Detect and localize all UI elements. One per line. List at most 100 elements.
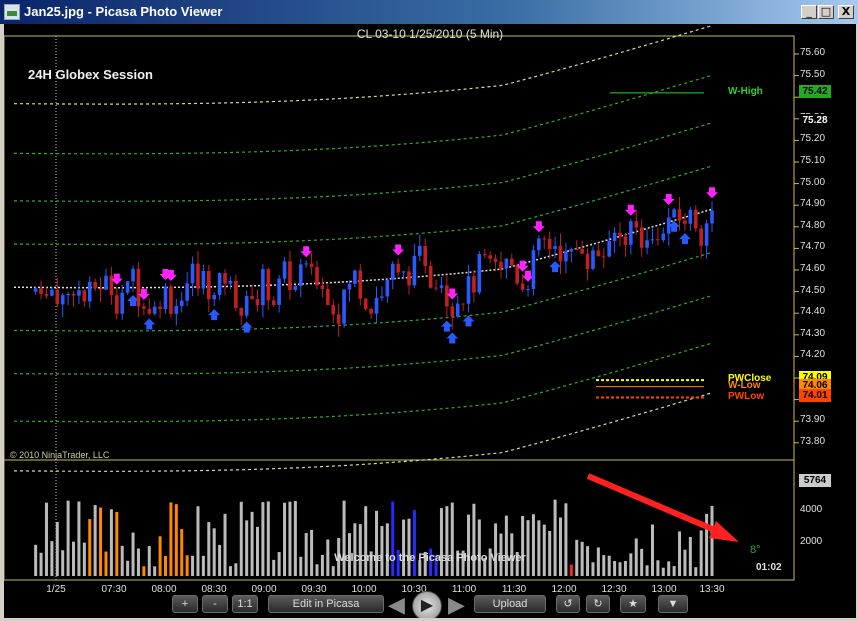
signal-arrow-up bbox=[678, 233, 691, 245]
y-tick-label: 74.60 bbox=[800, 263, 826, 274]
more-options-icon[interactable]: ▼ bbox=[658, 595, 688, 613]
rotate-left-icon[interactable]: ↺ bbox=[556, 595, 580, 613]
volume-bar bbox=[591, 562, 595, 576]
volume-bar bbox=[494, 523, 498, 576]
candle-body bbox=[369, 308, 373, 314]
candle-body bbox=[217, 273, 222, 295]
candle-body bbox=[585, 253, 590, 269]
volume-bar bbox=[521, 515, 525, 576]
candle-body bbox=[147, 308, 152, 314]
volume-bar bbox=[315, 564, 319, 576]
zoom-out-button[interactable]: - bbox=[202, 595, 228, 613]
candle-body bbox=[569, 248, 574, 252]
rotate-right-icon[interactable]: ↻ bbox=[586, 595, 610, 613]
candle-body bbox=[390, 263, 395, 280]
candle-body bbox=[693, 209, 698, 229]
volume-bar bbox=[445, 506, 449, 576]
candle-body bbox=[607, 240, 611, 257]
candle-body bbox=[55, 289, 60, 305]
volume-bar bbox=[618, 562, 622, 576]
actual-size-button[interactable]: 1:1 bbox=[232, 595, 258, 613]
volume-bar bbox=[558, 517, 562, 576]
volume-bar bbox=[542, 524, 546, 576]
candle-body bbox=[277, 278, 281, 306]
volume-bar bbox=[694, 567, 698, 576]
volume-bar bbox=[553, 499, 557, 576]
volume-bar bbox=[391, 501, 395, 576]
candle-body bbox=[461, 303, 465, 305]
volume-bar bbox=[650, 524, 654, 576]
volume-bar bbox=[385, 523, 389, 576]
candle-body bbox=[477, 254, 482, 293]
candle-body bbox=[174, 306, 179, 314]
y-tick-label: 73.80 bbox=[800, 435, 826, 447]
candle-body bbox=[553, 246, 557, 249]
volume-bar bbox=[331, 566, 335, 576]
candle-body bbox=[50, 289, 54, 296]
volume-bar bbox=[412, 510, 416, 576]
candle-body bbox=[71, 293, 76, 296]
volume-tick-label: 4000 bbox=[800, 504, 823, 515]
candle-body bbox=[196, 263, 200, 289]
candle-body bbox=[639, 227, 644, 248]
candle-body bbox=[353, 270, 357, 284]
zoom-in-button[interactable]: + bbox=[172, 595, 198, 613]
volume-bar bbox=[645, 565, 649, 576]
minimize-button[interactable]: _ bbox=[801, 5, 817, 19]
edit-in-picasa-button[interactable]: Edit in Picasa bbox=[268, 595, 384, 613]
candle-body bbox=[526, 289, 530, 291]
volume-bar bbox=[88, 519, 92, 576]
candle-body bbox=[596, 250, 601, 257]
volume-bar bbox=[564, 503, 568, 576]
candle-body bbox=[445, 285, 449, 307]
volume-bar bbox=[450, 502, 454, 576]
signal-arrow-down bbox=[300, 246, 313, 258]
maximize-button[interactable]: □ bbox=[818, 5, 834, 19]
candle-body bbox=[239, 307, 244, 316]
y-tick-label: 75.50 bbox=[800, 68, 826, 80]
candle-body bbox=[142, 306, 146, 309]
volume-bar bbox=[245, 520, 249, 576]
candle-body bbox=[255, 299, 260, 306]
price-tag-w-high: 75.42 bbox=[799, 85, 831, 98]
photo-stage: CL 03-10 1/25/2010 (5 Min) 24H Globex Se… bbox=[4, 24, 856, 618]
title-bar[interactable]: Jan25.jpg - Picasa Photo Viewer _ □ X bbox=[0, 0, 858, 24]
candle-body bbox=[190, 263, 195, 284]
volume-bar bbox=[142, 566, 146, 576]
y-tick-label: 74.80 bbox=[800, 219, 826, 231]
picture-icon bbox=[4, 4, 20, 20]
candle-body bbox=[234, 280, 238, 308]
candle-body bbox=[380, 296, 384, 298]
candle-body bbox=[358, 270, 363, 299]
candle-body bbox=[537, 238, 541, 251]
candle-body bbox=[509, 258, 514, 266]
upload-button[interactable]: Upload bbox=[474, 595, 546, 613]
candle-body bbox=[504, 258, 509, 269]
play-icon[interactable]: ▶ bbox=[412, 591, 442, 618]
volume-bar bbox=[569, 564, 573, 576]
candle-body bbox=[293, 285, 298, 291]
close-button[interactable]: X bbox=[838, 5, 854, 19]
volume-bar bbox=[223, 513, 227, 576]
volume-bar bbox=[261, 502, 265, 576]
candle-body bbox=[450, 306, 455, 317]
candle-body bbox=[574, 248, 579, 250]
candle-body bbox=[623, 236, 628, 245]
candle-body bbox=[320, 285, 325, 289]
candle-body bbox=[683, 220, 687, 224]
candle-body bbox=[169, 286, 173, 314]
volume-bar bbox=[531, 514, 535, 576]
candle-body bbox=[677, 209, 682, 221]
candle-body bbox=[520, 283, 525, 290]
next-icon[interactable]: ▶ bbox=[448, 594, 465, 616]
star-icon[interactable]: ★ bbox=[620, 595, 646, 613]
candle-body bbox=[591, 250, 595, 269]
volume-bar bbox=[537, 520, 541, 576]
candle-body bbox=[363, 298, 368, 309]
candle-body bbox=[434, 287, 438, 289]
candle-body bbox=[152, 306, 157, 314]
previous-icon[interactable]: ◀ bbox=[388, 594, 405, 616]
candle-body bbox=[331, 305, 336, 315]
volume-tick-label: 2000 bbox=[800, 536, 823, 547]
w-high-label: W-High bbox=[728, 86, 763, 97]
